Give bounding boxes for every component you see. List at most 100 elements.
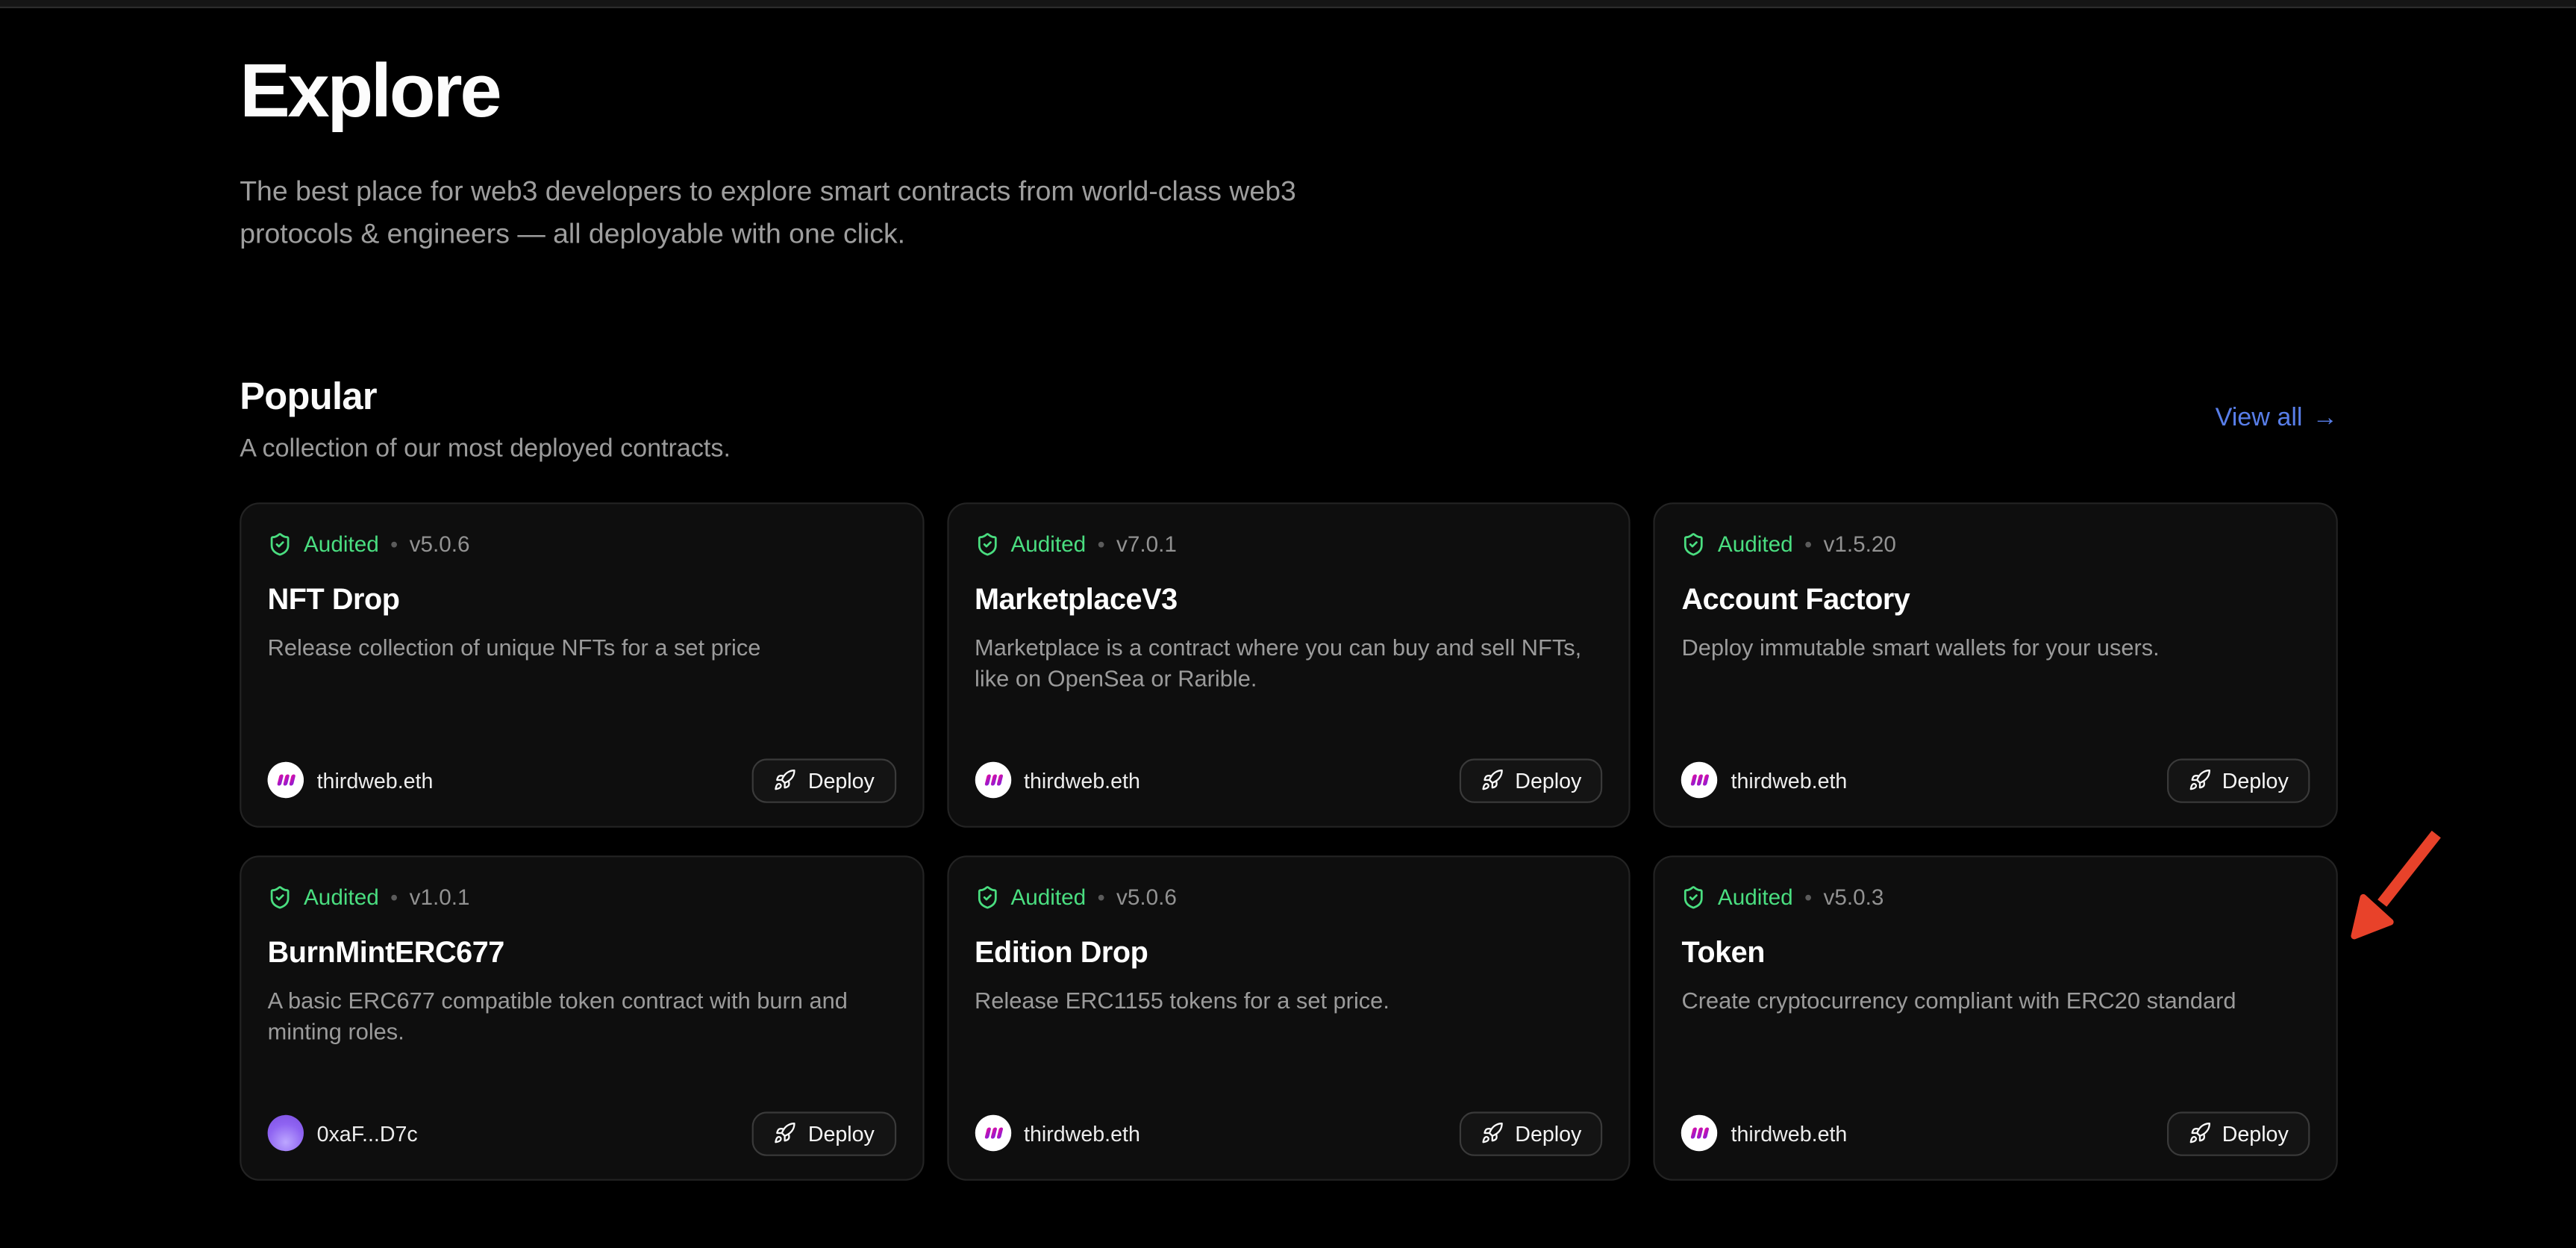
badge-separator: • — [1804, 532, 1812, 557]
shield-check-icon — [268, 885, 293, 910]
contract-title[interactable]: BurnMintERC677 — [268, 935, 896, 970]
contract-title[interactable]: Account Factory — [1682, 582, 2310, 617]
badge-row: Audited • v7.0.1 — [975, 531, 1603, 558]
view-all-link[interactable]: View all → — [2216, 404, 2338, 434]
contract-version: v5.0.6 — [1116, 885, 1177, 910]
publisher[interactable]: 0xaF...D7c — [268, 1115, 418, 1151]
popular-section-header: Popular A collection of our most deploye… — [240, 374, 2338, 464]
page-title: Explore — [240, 49, 2338, 132]
rocket-icon — [2188, 1122, 2211, 1145]
publisher-name: thirdweb.eth — [317, 768, 434, 793]
explore-page: Explore The best place for web3 develope… — [0, 0, 2576, 1248]
thirdweb-avatar — [1682, 1115, 1718, 1151]
rocket-icon — [2188, 769, 2211, 792]
contract-description: Deploy immutable smart wallets for your … — [1682, 631, 2310, 664]
contract-version: v1.5.20 — [1824, 532, 1896, 557]
contract-version: v7.0.1 — [1116, 532, 1177, 557]
audited-badge: Audited — [1010, 532, 1086, 557]
badge-separator: • — [390, 885, 398, 910]
shield-check-icon — [975, 885, 999, 910]
badge-separator: • — [1804, 885, 1812, 910]
publisher[interactable]: thirdweb.eth — [1682, 762, 1848, 798]
card-footer: thirdweb.eth Deploy — [1682, 1111, 2310, 1155]
rocket-icon — [1481, 1122, 1504, 1145]
contract-card-account-factory[interactable]: Audited • v1.5.20 Account Factory Deploy… — [1654, 502, 2338, 827]
badge-row: Audited • v5.0.6 — [268, 531, 896, 558]
card-footer: thirdweb.eth Deploy — [975, 758, 1603, 802]
deploy-button[interactable]: Deploy — [752, 1111, 895, 1155]
contract-description: Release ERC1155 tokens for a set price. — [975, 985, 1603, 1017]
badge-separator: • — [390, 532, 398, 557]
publisher-name: thirdweb.eth — [1731, 768, 1848, 793]
contract-title[interactable]: MarketplaceV3 — [975, 582, 1603, 617]
badge-row: Audited • v1.0.1 — [268, 884, 896, 911]
badge-row: Audited • v1.5.20 — [1682, 531, 2310, 558]
card-footer: thirdweb.eth Deploy — [1682, 758, 2310, 802]
contract-card-marketplacev3[interactable]: Audited • v7.0.1 MarketplaceV3 Marketpla… — [947, 502, 1631, 827]
deploy-button[interactable]: Deploy — [752, 758, 895, 802]
badge-separator: • — [1098, 532, 1105, 557]
shield-check-icon — [975, 532, 999, 557]
contract-title[interactable]: Edition Drop — [975, 935, 1603, 970]
thirdweb-avatar — [975, 1115, 1010, 1151]
publisher-name: thirdweb.eth — [1731, 1121, 1848, 1146]
contract-title[interactable]: Token — [1682, 935, 2310, 970]
deploy-button[interactable]: Deploy — [1459, 1111, 1602, 1155]
card-footer: 0xaF...D7c Deploy — [268, 1111, 896, 1155]
publisher-name: thirdweb.eth — [1024, 768, 1140, 793]
contract-card-token[interactable]: Audited • v5.0.3 Token Create cryptocurr… — [1654, 855, 2338, 1180]
contract-card-edition-drop[interactable]: Audited • v5.0.6 Edition Drop Release ER… — [947, 855, 1631, 1180]
rocket-icon — [1481, 769, 1504, 792]
publisher[interactable]: thirdweb.eth — [975, 762, 1140, 798]
contract-version: v5.0.6 — [410, 532, 470, 557]
badge-row: Audited • v5.0.6 — [975, 884, 1603, 911]
deploy-label: Deploy — [808, 768, 875, 793]
publisher-name: 0xaF...D7c — [317, 1121, 418, 1146]
rocket-icon — [774, 1122, 797, 1145]
deploy-button[interactable]: Deploy — [2166, 1111, 2310, 1155]
publisher[interactable]: thirdweb.eth — [975, 1115, 1140, 1151]
contract-description: Marketplace is a contract where you can … — [975, 631, 1603, 696]
publisher[interactable]: thirdweb.eth — [1682, 1115, 1848, 1151]
contract-card-burnminterc677[interactable]: Audited • v1.0.1 BurnMintERC677 A basic … — [240, 855, 924, 1180]
audited-badge: Audited — [304, 885, 379, 910]
card-footer: thirdweb.eth Deploy — [268, 758, 896, 802]
deploy-label: Deploy — [2222, 1121, 2289, 1146]
shield-check-icon — [268, 532, 293, 557]
view-all-label: View all — [2216, 404, 2303, 434]
contract-description: Release collection of unique NFTs for a … — [268, 631, 896, 664]
badge-row: Audited • v5.0.3 — [1682, 884, 2310, 911]
contracts-grid: Audited • v5.0.6 NFT Drop Release collec… — [240, 502, 2338, 1180]
contract-description: A basic ERC677 compatible token contract… — [268, 985, 896, 1049]
wallet-avatar — [268, 1115, 304, 1151]
shield-check-icon — [1682, 532, 1707, 557]
thirdweb-avatar — [975, 762, 1010, 798]
deploy-button[interactable]: Deploy — [1459, 758, 1602, 802]
main-content: Explore The best place for web3 develope… — [240, 0, 2338, 1180]
deploy-label: Deploy — [1515, 1121, 1581, 1146]
page-subtitle: The best place for web3 developers to ex… — [240, 170, 1364, 255]
contract-title[interactable]: NFT Drop — [268, 582, 896, 617]
publisher[interactable]: thirdweb.eth — [268, 762, 434, 798]
audited-badge: Audited — [304, 532, 379, 557]
arrow-right-icon: → — [2313, 404, 2338, 434]
popular-heading: Popular — [240, 374, 731, 418]
audited-badge: Audited — [1010, 885, 1086, 910]
deploy-label: Deploy — [808, 1121, 875, 1146]
deploy-button[interactable]: Deploy — [2166, 758, 2310, 802]
audited-badge: Audited — [1718, 885, 1793, 910]
badge-separator: • — [1098, 885, 1105, 910]
audited-badge: Audited — [1718, 532, 1793, 557]
shield-check-icon — [1682, 885, 1707, 910]
deploy-label: Deploy — [1515, 768, 1581, 793]
red-annotation-arrow-icon — [2328, 814, 2479, 965]
thirdweb-avatar — [1682, 762, 1718, 798]
contract-description: Create cryptocurrency compliant with ERC… — [1682, 985, 2310, 1017]
contract-version: v5.0.3 — [1824, 885, 1884, 910]
thirdweb-avatar — [268, 762, 304, 798]
publisher-name: thirdweb.eth — [1024, 1121, 1140, 1146]
contract-version: v1.0.1 — [410, 885, 470, 910]
contract-card-nft-drop[interactable]: Audited • v5.0.6 NFT Drop Release collec… — [240, 502, 924, 827]
deploy-label: Deploy — [2222, 768, 2289, 793]
popular-heading-block: Popular A collection of our most deploye… — [240, 374, 731, 464]
